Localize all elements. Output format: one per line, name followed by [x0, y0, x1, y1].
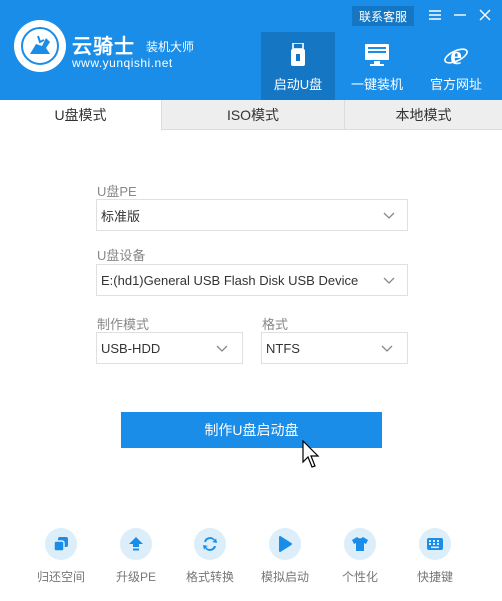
- restore-space-icon: [45, 528, 77, 560]
- tool-format-convert[interactable]: 格式转换: [180, 528, 240, 585]
- make-usb-boot-button[interactable]: 制作U盘启动盘: [121, 412, 382, 448]
- mode-select[interactable]: USB-HDD: [96, 332, 243, 364]
- chevron-down-icon: [216, 345, 228, 352]
- brand-subtitle: 装机大师: [146, 40, 195, 54]
- contact-service-button[interactable]: 联系客服: [352, 6, 414, 26]
- minimize-icon[interactable]: [451, 6, 469, 24]
- monitor-icon: [363, 42, 391, 68]
- tab-iso-mode[interactable]: ISO模式: [162, 100, 345, 130]
- usb-icon: [284, 42, 312, 68]
- chevron-down-icon: [383, 212, 395, 219]
- pe-label: U盘PE: [97, 184, 137, 199]
- tool-label: 归还空间: [36, 570, 85, 584]
- keyboard-icon: [419, 528, 451, 560]
- nav-label: 一键装机: [350, 77, 403, 92]
- tab-local-mode[interactable]: 本地模式: [345, 100, 502, 130]
- play-icon: [269, 528, 301, 560]
- nav-label: 官方网址: [429, 77, 482, 92]
- tool-personalize[interactable]: 个性化: [330, 528, 390, 585]
- ie-icon: e: [442, 42, 470, 68]
- knight-logo-icon: [14, 20, 66, 72]
- device-select-value: E:(hd1)General USB Flash Disk USB Device: [101, 272, 359, 288]
- brand-name: 云骑士: [72, 36, 135, 58]
- brand-url: www.yunqishi.net: [72, 56, 173, 70]
- tool-simulate-boot[interactable]: 模拟启动: [255, 528, 315, 585]
- tool-label: 个性化: [341, 570, 378, 584]
- close-icon[interactable]: [476, 6, 494, 24]
- mode-select-value: USB-HDD: [101, 340, 161, 356]
- upgrade-icon: [120, 528, 152, 560]
- convert-icon: [194, 528, 226, 560]
- mode-label: 制作模式: [97, 317, 150, 332]
- pe-select[interactable]: 标准版: [96, 199, 408, 231]
- menu-icon[interactable]: [426, 6, 444, 24]
- tool-upgrade-pe[interactable]: 升级PE: [106, 528, 166, 585]
- tool-restore-space[interactable]: 归还空间: [31, 528, 91, 585]
- tool-label: 模拟启动: [260, 570, 309, 584]
- chevron-down-icon: [383, 277, 395, 284]
- tshirt-icon: [344, 528, 376, 560]
- pe-select-value: 标准版: [101, 208, 141, 224]
- format-label: 格式: [262, 317, 289, 332]
- mouse-cursor-icon: [302, 440, 320, 468]
- nav-boot-usb[interactable]: 启动U盘: [261, 32, 335, 100]
- device-select[interactable]: E:(hd1)General USB Flash Disk USB Device: [96, 264, 408, 296]
- tool-label: 格式转换: [185, 570, 234, 584]
- device-label: U盘设备: [97, 248, 146, 263]
- mode-tabs: U盘模式 ISO模式 本地模式: [0, 100, 502, 131]
- nav-label: 启动U盘: [273, 77, 323, 92]
- tool-label: 升级PE: [115, 570, 156, 584]
- nav-official-site[interactable]: e 官方网址: [419, 32, 493, 100]
- format-select[interactable]: NTFS: [261, 332, 408, 364]
- nav-one-key-install[interactable]: 一键装机: [340, 32, 414, 100]
- tool-shortcut-keys[interactable]: 快捷键: [405, 528, 465, 585]
- svg-text:e: e: [450, 42, 462, 68]
- format-select-value: NTFS: [266, 340, 300, 356]
- app-header: 云骑士 装机大师 www.yunqishi.net 联系客服 启动U盘 一键装机…: [0, 0, 502, 100]
- tab-usb-mode[interactable]: U盘模式: [0, 100, 162, 131]
- chevron-down-icon: [381, 345, 393, 352]
- tool-label: 快捷键: [416, 570, 453, 584]
